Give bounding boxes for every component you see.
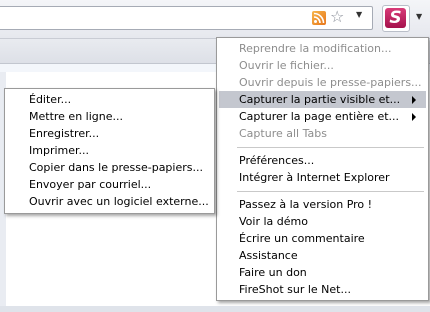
submenu-item-open-external[interactable]: Ouvrir avec un logiciel externe...	[7, 193, 212, 210]
menu-item-resume-editing: Reprendre la modification...	[239, 42, 392, 55]
submenu-item-email[interactable]: Envoyer par courriel...	[7, 176, 212, 193]
menu-item-label: Capturer la partie visible et...	[239, 93, 401, 106]
submenu-item-upload[interactable]: Mettre en ligne...	[7, 108, 212, 125]
browser-toolbar: ☆ ▼ S ▼	[0, 0, 430, 39]
submenu-item-print[interactable]: Imprimer...	[7, 142, 212, 159]
menu-item-view-demo[interactable]: Voir la démo	[219, 213, 426, 230]
chevron-right-icon	[412, 96, 416, 104]
menu-item-capture-entire[interactable]: Capturer la page entière et...	[219, 108, 426, 125]
chevron-down-icon[interactable]: ▼	[356, 10, 362, 19]
fireshot-logo-icon: S	[385, 8, 406, 28]
menu-item-donate[interactable]: Faire un don	[219, 264, 426, 281]
menu-item-write-comment[interactable]: Écrire un commentaire	[219, 230, 426, 247]
submenu-item-edit[interactable]: Éditer...	[7, 91, 212, 108]
menu-item-fireshot-web[interactable]: FireShot sur le Net...	[219, 281, 426, 298]
menu-item-integrate-ie[interactable]: Intégrer à Internet Explorer	[219, 169, 426, 186]
menu-item-upgrade-pro[interactable]: Passez à la version Pro !	[219, 196, 426, 213]
rss-feed-icon[interactable]	[312, 11, 326, 25]
menu-item-open-clipboard: Ouvrir depuis le presse-papiers...	[239, 76, 422, 89]
menu-item-support[interactable]: Assistance	[219, 247, 426, 264]
submenu-item-copy-clipboard[interactable]: Copier dans le presse-papiers...	[7, 159, 212, 176]
menu-separator	[237, 191, 424, 192]
menu-item-open-file: Ouvrir le fichier...	[239, 59, 334, 72]
menu-item-preferences[interactable]: Préférences...	[219, 152, 426, 169]
menu-item-capture-visible[interactable]: Capturer la partie visible et...	[219, 91, 426, 108]
fireshot-dropdown-chevron-down-icon[interactable]: ▼	[416, 12, 422, 21]
chevron-right-icon	[412, 113, 416, 121]
menu-item-capture-all-tabs: Capture all Tabs	[239, 127, 327, 140]
address-bar[interactable]: ☆ ▼	[0, 6, 373, 30]
menu-item-label: Capturer la page entière et...	[239, 110, 400, 123]
fireshot-button[interactable]: S	[382, 5, 410, 32]
bookmark-star-icon[interactable]: ☆	[330, 8, 344, 26]
submenu-item-save[interactable]: Enregistrer...	[7, 125, 212, 142]
fireshot-menu: Reprendre la modification... Ouvrir le f…	[216, 37, 429, 301]
capture-visible-submenu: Éditer... Mettre en ligne... Enregistrer…	[4, 88, 215, 214]
status-bar	[0, 306, 430, 312]
menu-separator	[237, 147, 424, 148]
